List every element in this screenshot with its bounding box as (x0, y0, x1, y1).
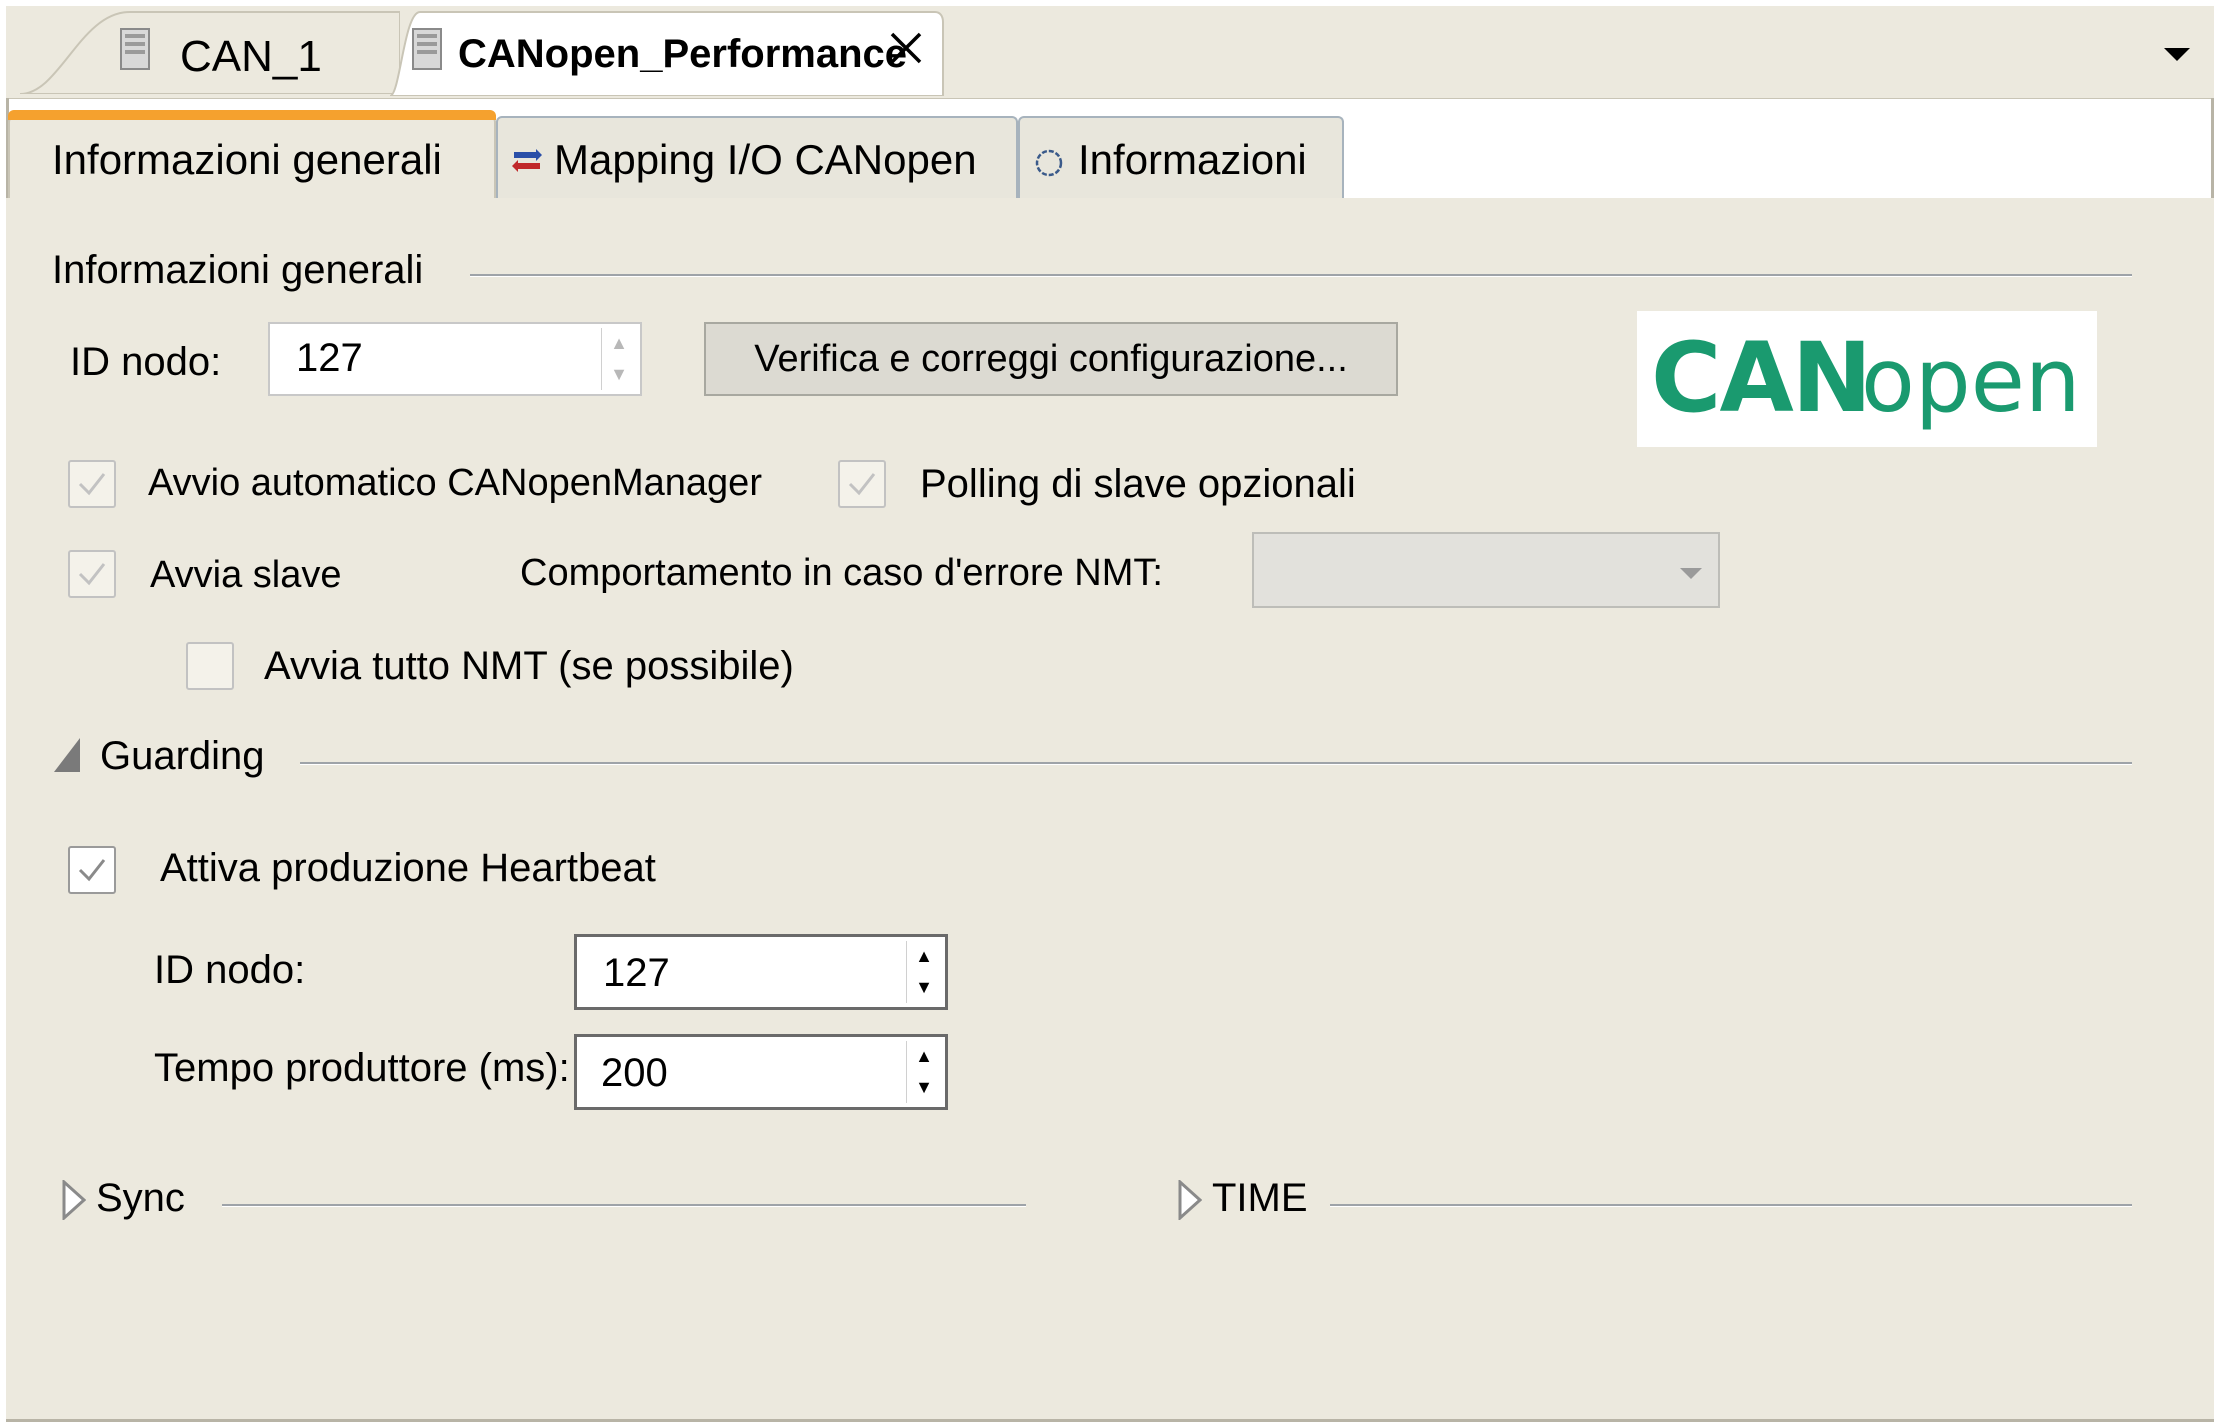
stepper-buttons: ▲ ▼ (906, 1041, 941, 1103)
stepper-buttons: ▲ ▼ (906, 941, 941, 1003)
stepper-up-icon[interactable]: ▲ (602, 328, 636, 359)
start-all-nmt-label: Avvia tutto NMT (se possibile) (264, 644, 794, 688)
stepper-down-icon[interactable]: ▼ (907, 972, 941, 1003)
heartbeat-node-id-label: ID nodo: (154, 948, 306, 992)
section-separator (1330, 1204, 2132, 1207)
section-title-guarding: Guarding (100, 734, 265, 778)
section-separator (300, 762, 2132, 765)
doc-tab-label: CAN_1 (180, 32, 322, 81)
logo-text-open: open (1861, 329, 2081, 432)
active-tab-indicator (8, 110, 496, 120)
node-id-stepper[interactable]: 127 ▲ ▼ (268, 322, 642, 396)
io-mapping-icon (512, 148, 542, 174)
tab-label: Informazioni (1078, 136, 1307, 183)
device-icon (120, 28, 150, 70)
section-separator (222, 1204, 1026, 1207)
doc-tab-can1[interactable]: CAN_1 (20, 10, 400, 94)
producer-time-stepper[interactable]: 200 ▲ ▼ (574, 1034, 948, 1110)
doc-tab-label: CANopen_Performance (458, 32, 908, 76)
heartbeat-production-checkbox[interactable] (68, 846, 116, 894)
heartbeat-production-label: Attiva produzione Heartbeat (160, 846, 656, 890)
nmt-error-behavior-select[interactable] (1252, 532, 1720, 608)
section-title-time: TIME (1212, 1176, 1308, 1220)
verify-config-button[interactable]: Verifica e correggi configurazione... (704, 322, 1398, 396)
producer-time-label: Tempo produttore (ms): (154, 1046, 570, 1090)
stepper-up-icon[interactable]: ▲ (907, 941, 941, 972)
tab-label: Informazioni generali (52, 136, 442, 183)
canopen-logo-graphic: CAN open (1651, 322, 2081, 434)
heartbeat-node-id-stepper[interactable]: 127 ▲ ▼ (574, 934, 948, 1010)
autostart-manager-checkbox[interactable] (68, 460, 116, 508)
polling-optional-slaves-label: Polling di slave opzionali (920, 462, 1356, 506)
stepper-up-icon[interactable]: ▲ (907, 1041, 941, 1072)
tab-information[interactable]: Informazioni (1018, 116, 1344, 198)
info-circle-icon (1034, 148, 1064, 178)
editor-window: CAN_1 CANopen_Performance Informazioni g… (0, 0, 2222, 1425)
tab-list-dropdown-icon[interactable] (2164, 46, 2190, 62)
node-id-label: ID nodo: (70, 340, 222, 384)
polling-optional-slaves-checkbox[interactable] (838, 460, 886, 508)
start-slaves-checkbox[interactable] (68, 550, 116, 598)
start-slaves-label: Avvia slave (150, 554, 342, 596)
collapsed-triangle-icon[interactable] (62, 1178, 87, 1222)
chevron-down-icon (1680, 568, 1702, 579)
node-id-value: 127 (296, 336, 363, 380)
canopen-logo: CAN open (1637, 311, 2097, 447)
start-all-nmt-checkbox[interactable] (186, 642, 234, 690)
autostart-manager-label: Avvio automatico CANopenManager (148, 462, 762, 504)
section-title-general: Informazioni generali (52, 248, 424, 292)
tab-io-mapping[interactable]: Mapping I/O CANopen (496, 116, 1018, 198)
producer-time-value: 200 (601, 1051, 668, 1095)
collapsed-triangle-icon[interactable] (1178, 1178, 1203, 1222)
logo-text-can: CAN (1651, 322, 1870, 434)
stepper-down-icon[interactable]: ▼ (907, 1072, 941, 1103)
doc-tab-canopen-performance[interactable]: CANopen_Performance (390, 10, 945, 96)
device-icon (412, 28, 442, 70)
section-title-sync: Sync (96, 1176, 185, 1220)
nmt-error-behavior-label: Comportamento in caso d'errore NMT: (520, 552, 1163, 594)
tab-general-info[interactable]: Informazioni generali (8, 110, 496, 198)
tab-label: Mapping I/O CANopen (554, 136, 977, 183)
section-separator (470, 274, 2132, 277)
panel-frame (6, 1419, 2214, 1422)
stepper-buttons: ▲ ▼ (601, 328, 636, 390)
close-icon[interactable] (888, 30, 924, 66)
expanded-triangle-icon[interactable] (54, 738, 80, 772)
stepper-down-icon[interactable]: ▼ (602, 359, 636, 390)
heartbeat-node-id-value: 127 (603, 951, 670, 995)
